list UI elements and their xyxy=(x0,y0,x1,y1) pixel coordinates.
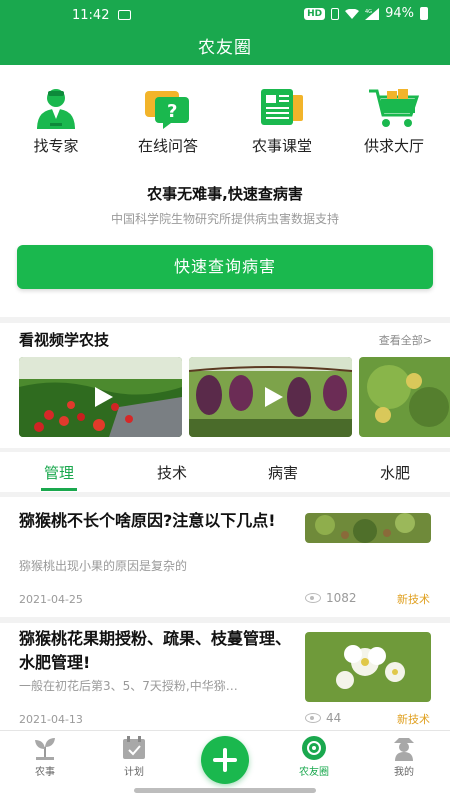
battery-percent: 94% xyxy=(385,6,414,21)
add-post-button[interactable] xyxy=(201,736,249,784)
article-summary: 一般在初花后第3、5、7天授粉,中华猕… xyxy=(19,679,238,693)
circle-icon xyxy=(301,735,327,761)
quick-query-disease-button[interactable]: 快速查询病害 xyxy=(17,245,433,289)
article-date: 2021-04-25 xyxy=(19,593,83,606)
battery-icon xyxy=(420,7,428,20)
farmer-icon xyxy=(391,735,417,761)
article-card[interactable]: 猕猴桃花果期授粉、疏果、枝蔓管理、水肥管理! 一般在初花后第3、5、7天授粉,中… xyxy=(0,623,450,731)
play-icon xyxy=(94,387,113,407)
nav-farmer-circle[interactable]: 农友圈 xyxy=(284,735,344,778)
app-header: 11:42 HD 4G 94% 农友圈 xyxy=(0,0,450,65)
seedling-icon xyxy=(32,735,58,761)
view-count: 44 xyxy=(326,711,342,725)
signal-icon: 4G xyxy=(365,7,380,20)
article-title: 猕猴桃花果期授粉、疏果、枝蔓管理、水肥管理! xyxy=(19,629,292,672)
quick-find-expert[interactable]: 找专家 xyxy=(6,87,106,156)
page-title: 农友圈 xyxy=(198,38,252,58)
eye-icon xyxy=(305,593,321,603)
nav-farming[interactable]: 农事 xyxy=(15,735,75,778)
expert-icon xyxy=(29,87,83,129)
quick-actions-panel: 找专家 ? 在线问答 农事课堂 供求大厅 农事无难事,快速查病害 中国科学院生物… xyxy=(0,65,450,317)
tab-technology[interactable]: 技术 xyxy=(142,462,202,483)
nav-label: 我的 xyxy=(394,767,414,778)
video-section: 看视频学农技 查看全部> xyxy=(0,323,450,448)
video-thumbnail[interactable] xyxy=(359,357,450,437)
quick-supply-demand[interactable]: 供求大厅 xyxy=(344,87,444,156)
active-tab-indicator xyxy=(41,488,77,491)
article-card[interactable]: 猕猴桃不长个啥原因?注意以下几点! 猕猴桃出现小果的原因是复杂的 2021-04… xyxy=(0,497,450,617)
category-tabs: 管理 技术 病害 水肥 xyxy=(0,452,450,492)
view-all-link[interactable]: 查看全部> xyxy=(379,332,432,348)
article-thumbnail xyxy=(305,632,431,702)
article-date: 2021-04-13 xyxy=(19,713,83,726)
classroom-icon xyxy=(255,87,309,129)
calendar-icon xyxy=(121,735,147,761)
quick-action-label: 供求大厅 xyxy=(363,137,424,155)
tab-management[interactable]: 管理 xyxy=(29,462,89,483)
eye-icon xyxy=(305,713,321,723)
vibrate-icon xyxy=(331,7,340,20)
status-right: HD 4G 94% xyxy=(304,6,428,21)
tab-disease[interactable]: 病害 xyxy=(253,462,313,483)
article-thumbnail xyxy=(305,513,431,543)
slogan: 农事无难事,快速查病害 xyxy=(147,185,303,203)
article-tag: 新技术 xyxy=(397,593,430,606)
quick-farm-classroom[interactable]: 农事课堂 xyxy=(232,87,332,156)
quick-action-label: 在线问答 xyxy=(137,137,198,155)
status-time: 11:42 xyxy=(72,8,110,23)
article-views: 44 xyxy=(305,711,341,725)
data-source-note: 中国科学院生物研究所提供病虫害数据支持 xyxy=(110,212,339,226)
nav-label: 农友圈 xyxy=(299,767,329,778)
nav-plan[interactable]: 计划 xyxy=(104,735,164,778)
video-thumbnail[interactable] xyxy=(19,357,182,437)
article-title: 猕猴桃不长个啥原因?注意以下几点! xyxy=(19,511,276,530)
hd-badge: HD xyxy=(304,7,326,20)
status-bar: 11:42 HD 4G 94% xyxy=(0,0,450,28)
nav-label: 计划 xyxy=(124,767,144,778)
svg-text:?: ? xyxy=(167,101,177,122)
article-tag: 新技术 xyxy=(397,713,430,726)
wifi-icon xyxy=(345,8,360,19)
tab-water-fertilizer[interactable]: 水肥 xyxy=(365,462,425,483)
article-views: 1082 xyxy=(305,591,357,605)
fruit-tree-image xyxy=(359,357,450,437)
quick-action-label: 找专家 xyxy=(33,137,79,155)
quick-action-label: 农事课堂 xyxy=(251,137,312,155)
nav-label: 农事 xyxy=(35,767,55,778)
nav-mine[interactable]: 我的 xyxy=(374,735,434,778)
article-summary: 猕猴桃出现小果的原因是复杂的 xyxy=(19,559,188,573)
section-title: 看视频学农技 xyxy=(19,331,110,349)
video-thumbnail[interactable] xyxy=(189,357,352,437)
quick-online-qa[interactable]: ? 在线问答 xyxy=(118,87,218,156)
cart-icon xyxy=(367,87,421,129)
network-label: 4G xyxy=(365,9,372,15)
home-indicator[interactable] xyxy=(134,788,316,793)
gallery-icon xyxy=(118,10,131,20)
view-count: 1082 xyxy=(326,591,357,605)
qa-chat-icon: ? xyxy=(141,87,195,129)
play-icon xyxy=(264,387,283,407)
